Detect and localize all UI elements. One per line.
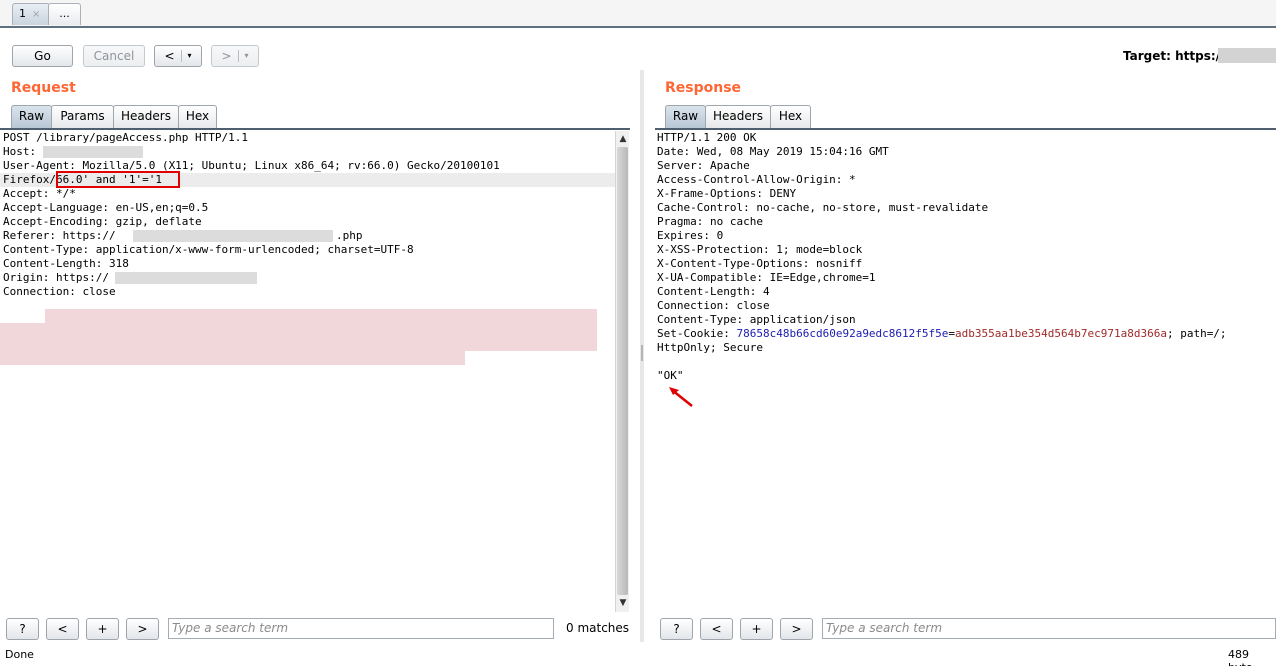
response-line: Cache-Control: no-cache, no-store, must-…: [657, 201, 989, 214]
tab-request-params[interactable]: Params: [51, 105, 114, 128]
token-redacted: [45, 309, 597, 323]
host-redacted: [43, 146, 143, 158]
request-line: Accept: */*: [3, 187, 76, 200]
request-scrollbar[interactable]: ▲ ▼: [615, 131, 629, 612]
injection-highlight-box: [56, 171, 180, 188]
tab-response-headers[interactable]: Headers: [705, 105, 771, 128]
dropdown-arrow-icon[interactable]: ▾: [245, 46, 249, 66]
response-line: Content-Length: 4: [657, 285, 770, 298]
splitter-grip[interactable]: [641, 345, 643, 361]
token-redacted: [0, 351, 465, 365]
response-line: Expires: 0: [657, 229, 724, 242]
request-line: Origin: https://: [3, 271, 109, 284]
request-title: Request: [11, 80, 76, 96]
annotation-arrow-icon: [669, 387, 693, 407]
response-line: Connection: close: [657, 299, 770, 312]
response-line: Content-Type: application/json: [657, 313, 856, 326]
search-next-button[interactable]: >: [780, 618, 813, 640]
scroll-down-icon[interactable]: ▼: [617, 596, 629, 610]
token-redacted: [0, 337, 597, 351]
target-host-redacted: [1218, 48, 1276, 63]
response-title: Response: [665, 80, 742, 96]
referer-redacted: [133, 230, 333, 242]
response-line: X-Content-Type-Options: nosniff: [657, 257, 863, 270]
search-prev-button[interactable]: <: [700, 618, 733, 640]
request-tab-underline: [0, 128, 630, 130]
referer-suffix: .php: [336, 229, 363, 242]
status-text: Done: [5, 648, 34, 661]
target-label[interactable]: Target: https://: [1123, 49, 1224, 63]
tab-request-hex[interactable]: Hex: [178, 105, 217, 128]
close-icon[interactable]: ×: [32, 9, 40, 20]
cookie-prefix: Set-Cookie:: [657, 327, 737, 340]
response-line: Pragma: no cache: [657, 215, 763, 228]
request-editor[interactable]: POST /library/pageAccess.php HTTP/1.1 Ho…: [0, 131, 615, 611]
scroll-up-icon[interactable]: ▲: [617, 132, 629, 146]
request-search-input[interactable]: Type a search term: [168, 618, 554, 639]
origin-redacted: [115, 272, 257, 284]
response-line: X-XSS-Protection: 1; mode=block: [657, 243, 863, 256]
response-size: 489 byte: [1228, 648, 1253, 666]
response-editor[interactable]: HTTP/1.1 200 OK Date: Wed, 08 May 2019 1…: [657, 131, 1274, 611]
set-cookie-line: Set-Cookie: 78658c48b66cd60e92a9edc8612f…: [657, 327, 1227, 341]
request-line: Accept-Encoding: gzip, deflate: [3, 215, 202, 228]
tab-response-raw[interactable]: Raw: [665, 105, 706, 128]
back-button[interactable]: < ▾: [154, 45, 202, 67]
tab-response-hex[interactable]: Hex: [770, 105, 811, 128]
search-prev-button[interactable]: <: [46, 618, 79, 640]
response-search-input[interactable]: Type a search term: [822, 618, 1276, 639]
repeater-tab-new[interactable]: ...: [48, 3, 81, 25]
response-body: "OK": [657, 369, 684, 382]
response-line: Server: Apache: [657, 159, 750, 172]
response-line: HTTP/1.1 200 OK: [657, 131, 757, 144]
response-line: Date: Wed, 08 May 2019 15:04:16 GMT: [657, 145, 889, 158]
cookie-suffix: ; path=/;: [1166, 327, 1227, 340]
request-line: Referer: https://: [3, 229, 116, 242]
tab-request-headers[interactable]: Headers: [113, 105, 179, 128]
forward-button[interactable]: > ▾: [211, 45, 259, 67]
response-line: Access-Control-Allow-Origin: *: [657, 173, 856, 186]
match-count: 0 matches: [566, 621, 630, 635]
cookie-value: adb355aa1be354d564b7ec971a8d366a: [955, 327, 1167, 340]
search-next-button[interactable]: >: [126, 618, 159, 640]
request-line: Content-Length: 318: [3, 257, 129, 270]
scrollbar-thumb[interactable]: [617, 147, 628, 595]
search-add-button[interactable]: +: [86, 618, 119, 640]
token-redacted: [0, 323, 597, 337]
request-line: Content-Type: application/x-www-form-url…: [3, 243, 414, 256]
response-line: X-Frame-Options: DENY: [657, 187, 797, 200]
request-line: POST /library/pageAccess.php HTTP/1.1: [3, 131, 249, 144]
help-button[interactable]: ?: [660, 618, 693, 640]
request-line: Connection: close: [3, 285, 116, 298]
repeater-tab-1[interactable]: 1 ×: [12, 3, 50, 25]
search-add-button[interactable]: +: [740, 618, 773, 640]
tab-request-raw[interactable]: Raw: [11, 105, 52, 128]
dropdown-arrow-icon[interactable]: ▾: [188, 46, 192, 66]
repeater-tab-strip: [0, 0, 1276, 28]
response-tab-underline: [655, 128, 1276, 130]
chevron-left-icon: <: [164, 49, 175, 63]
request-line: Host:: [3, 145, 43, 158]
cancel-button[interactable]: Cancel: [83, 45, 145, 67]
cookie-name: 78658c48b66cd60e92a9edc8612f5f5e: [736, 327, 949, 340]
repeater-tab-label: 1: [19, 7, 26, 20]
go-button[interactable]: Go: [12, 45, 73, 67]
help-button[interactable]: ?: [6, 618, 39, 640]
request-line: Accept-Language: en-US,en;q=0.5: [3, 201, 209, 214]
response-line: HttpOnly; Secure: [657, 341, 763, 354]
chevron-right-icon: >: [221, 49, 232, 63]
response-line: X-UA-Compatible: IE=Edge,chrome=1: [657, 271, 876, 284]
